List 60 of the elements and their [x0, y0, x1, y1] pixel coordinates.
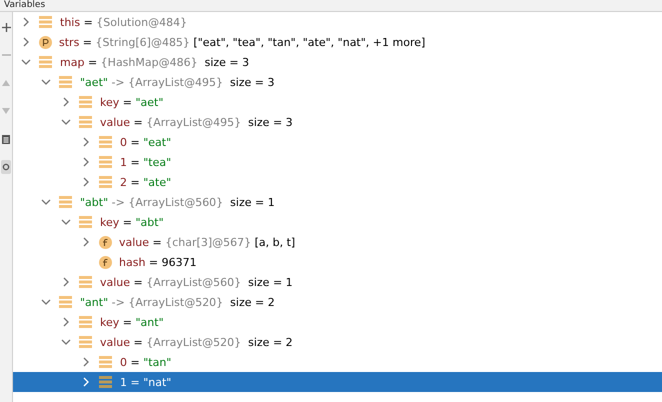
variable-text: 0 = "eat" — [120, 136, 172, 148]
field-icon — [99, 236, 112, 248]
variable-text: value = {ArrayList@560} size = 1 — [100, 276, 293, 288]
tree-row[interactable]: "ant" -> {ArrayList@520} size = 2 — [13, 292, 662, 312]
field-list-icon — [99, 356, 112, 368]
field-list-icon — [39, 56, 52, 68]
field-list-icon — [79, 96, 92, 108]
tree-row[interactable]: key = "ant" — [13, 312, 662, 332]
variable-text: "ant" -> {ArrayList@520} size = 2 — [80, 296, 275, 308]
field-list-icon — [99, 376, 112, 388]
variable-text: 1 = "tea" — [120, 156, 172, 168]
variable-text: 0 = "tan" — [120, 356, 172, 368]
field-list-icon — [79, 116, 92, 128]
field-list-icon — [79, 336, 92, 348]
list-icon[interactable] — [2, 134, 10, 144]
add-icon[interactable] — [2, 22, 10, 32]
field-list-icon — [39, 16, 52, 28]
tree-row[interactable]: 1 = "nat" — [13, 372, 662, 392]
tree-row[interactable]: 0 = "tan" — [13, 352, 662, 372]
tree-row[interactable]: value = {char[3]@567} [a, b, t] — [13, 232, 662, 252]
variable-text: map = {HashMap@486} size = 3 — [60, 56, 250, 68]
tree-row[interactable]: hash = 96371 — [13, 252, 662, 272]
tree-row[interactable]: "abt" -> {ArrayList@560} size = 1 — [13, 192, 662, 212]
field-list-icon — [59, 76, 72, 88]
field-list-icon — [79, 216, 92, 228]
tree-row[interactable]: map = {HashMap@486} size = 3 — [13, 52, 662, 72]
panel-title: Variables — [0, 0, 662, 12]
variable-text: hash = 96371 — [119, 256, 197, 268]
variable-text: value = {char[3]@567} [a, b, t] — [119, 236, 296, 248]
field-list-icon — [99, 156, 112, 168]
field-icon — [99, 256, 112, 268]
field-list-icon — [79, 276, 92, 288]
parameter-icon — [39, 36, 52, 48]
variable-text: "aet" -> {ArrayList@495} size = 3 — [80, 76, 275, 88]
tree-row[interactable]: value = {ArrayList@495} size = 3 — [13, 112, 662, 132]
variable-text: key = "abt" — [100, 216, 164, 228]
field-list-icon — [59, 196, 72, 208]
tree-row[interactable]: this = {Solution@484} — [13, 12, 662, 32]
tree-row[interactable]: 1 = "tea" — [13, 152, 662, 172]
tree-row[interactable]: strs = {String[6]@485} ["eat", "tea", "tan", "ate", "nat", +1 more] — [13, 32, 662, 52]
variable-text: this = {Solution@484} — [60, 16, 188, 28]
variable-text: "abt" -> {ArrayList@560} size = 1 — [80, 196, 275, 208]
tree-row[interactable]: key = "aet" — [13, 92, 662, 112]
variable-text: value = {ArrayList@495} size = 3 — [100, 116, 293, 128]
field-list-icon — [59, 296, 72, 308]
variable-text: 1 = "nat" — [120, 376, 172, 388]
variable-text: 2 = "ate" — [120, 176, 172, 188]
tree-row[interactable]: value = {ArrayList@560} size = 1 — [13, 272, 662, 292]
tree-row[interactable]: value = {ArrayList@520} size = 2 — [13, 332, 662, 352]
field-list-icon — [99, 176, 112, 188]
tree-row[interactable]: 2 = "ate" — [13, 172, 662, 192]
tree-row[interactable]: key = "abt" — [13, 212, 662, 232]
field-list-icon — [79, 316, 92, 328]
field-list-icon — [99, 136, 112, 148]
tree-row[interactable]: "aet" -> {ArrayList@495} size = 3 — [13, 72, 662, 92]
tree-row[interactable]: 0 = "eat" — [13, 132, 662, 152]
variable-text: strs = {String[6]@485} ["eat", "tea", "tan", "ate", "nat", +1 more] — [59, 36, 426, 48]
variable-text: key = "ant" — [100, 316, 164, 328]
variable-text: key = "aet" — [100, 96, 164, 108]
variable-text: value = {ArrayList@520} size = 2 — [100, 336, 293, 348]
